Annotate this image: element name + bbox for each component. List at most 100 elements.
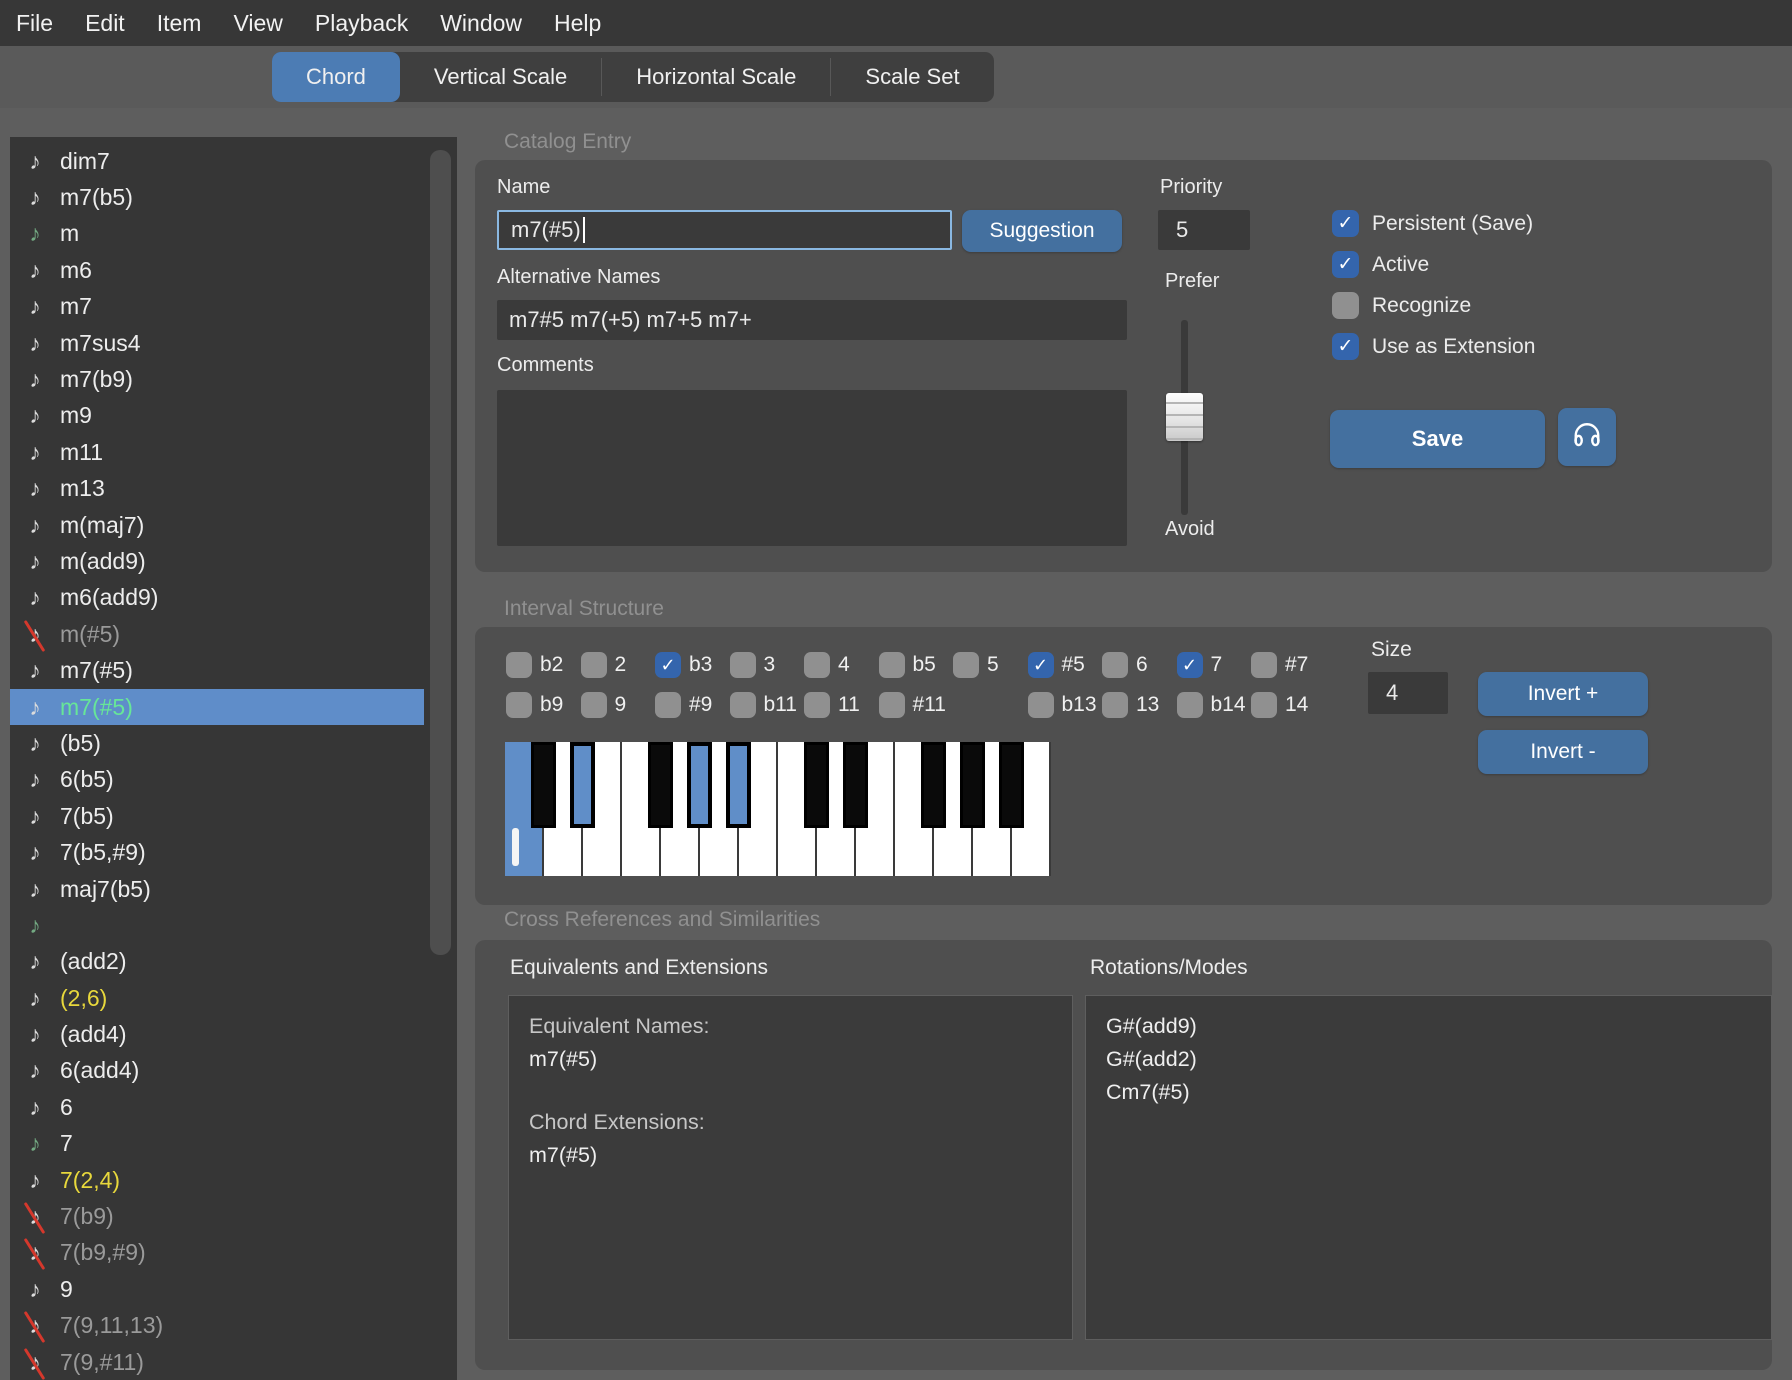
piano-key-fs4[interactable] (648, 742, 673, 828)
interval-checkbox[interactable] (506, 652, 532, 678)
list-item[interactable]: ♪7(9,#11) (10, 1344, 457, 1380)
interval-checkbox[interactable] (879, 692, 905, 718)
name-input[interactable]: m7(#5) (497, 210, 952, 250)
piano-key-as5[interactable] (999, 742, 1024, 828)
list-item[interactable]: ♪(add2) (10, 944, 457, 980)
list-item[interactable]: ♪(b5) (10, 725, 457, 761)
interval-checkbox[interactable] (581, 692, 607, 718)
cross-references-panel: Equivalents and Extensions Equivalent Na… (475, 940, 1772, 1370)
interval-checkbox[interactable]: ✓ (655, 652, 681, 678)
piano-key-gs4[interactable] (687, 742, 712, 828)
priority-input[interactable]: 5 (1158, 210, 1250, 250)
list-item[interactable]: ♪7(b5,#9) (10, 834, 457, 870)
piano-key-as4[interactable] (726, 742, 751, 828)
list-item[interactable]: ♪maj7(b5) (10, 871, 457, 907)
list-item[interactable]: ♪9 (10, 1271, 457, 1307)
checkbox[interactable]: ✓ (1332, 333, 1359, 360)
list-item[interactable]: ♪m9 (10, 398, 457, 434)
note-icon: ♪ (20, 332, 50, 355)
interval-checkbox[interactable] (1102, 652, 1128, 678)
save-button[interactable]: Save (1330, 410, 1545, 468)
menu-item-window[interactable]: Window (440, 10, 522, 37)
list-item[interactable]: ♪m (10, 216, 457, 252)
interval-cell: 4 (804, 649, 879, 681)
list-item[interactable]: ♪7(b9) (10, 1198, 457, 1234)
interval-checkbox[interactable] (804, 692, 830, 718)
note-icon: ♪ (20, 1241, 50, 1264)
tab-chord[interactable]: Chord (272, 52, 400, 102)
list-item[interactable]: ♪7(b5) (10, 798, 457, 834)
interval-checkbox[interactable] (730, 692, 756, 718)
list-item[interactable]: ♪m(add9) (10, 543, 457, 579)
list-item[interactable]: ♪m7(#5) (10, 652, 457, 688)
piano-key-cs4[interactable] (531, 742, 556, 828)
checkbox[interactable] (1332, 292, 1359, 319)
list-item[interactable]: ♪7(2,4) (10, 1162, 457, 1198)
list-item[interactable]: ♪m(maj7) (10, 507, 457, 543)
piano-key-gs5[interactable] (960, 742, 985, 828)
interval-checkbox[interactable] (804, 652, 830, 678)
list-item[interactable]: ♪7(b9,#9) (10, 1235, 457, 1271)
list-item[interactable]: ♪m7sus4 (10, 325, 457, 361)
preview-sound-button[interactable] (1558, 408, 1616, 466)
tab-scale-set[interactable]: Scale Set (831, 52, 993, 102)
comments-textarea[interactable] (497, 390, 1127, 546)
list-item[interactable]: ♪dim7 (10, 143, 457, 179)
menu-item-item[interactable]: Item (157, 10, 202, 37)
interval-checkbox[interactable] (953, 652, 979, 678)
interval-checkbox[interactable] (506, 692, 532, 718)
list-item[interactable]: ♪m7(#5) (10, 689, 424, 725)
interval-checkbox[interactable] (1251, 652, 1277, 678)
rotation-item[interactable]: Cm7(#5) (1106, 1076, 1751, 1109)
list-item[interactable]: ♪(2,6) (10, 980, 457, 1016)
menu-item-view[interactable]: View (233, 10, 282, 37)
rotation-item[interactable]: G#(add9) (1106, 1010, 1751, 1043)
interval-checkbox[interactable] (655, 692, 681, 718)
interval-checkbox[interactable] (730, 652, 756, 678)
interval-checkbox[interactable] (1177, 692, 1203, 718)
alternative-names-input[interactable]: m7#5 m7(+5) m7+5 m7+ (497, 300, 1127, 340)
menu-item-edit[interactable]: Edit (85, 10, 125, 37)
piano-key-fs5[interactable] (921, 742, 946, 828)
piano-key-cs5[interactable] (804, 742, 829, 828)
menu-item-help[interactable]: Help (554, 10, 601, 37)
tab-horizontal-scale[interactable]: Horizontal Scale (602, 52, 830, 102)
menu-item-file[interactable]: File (16, 10, 53, 37)
interval-checkbox[interactable]: ✓ (1028, 652, 1054, 678)
interval-checkbox[interactable] (879, 652, 905, 678)
list-item[interactable]: ♪6(add4) (10, 1053, 457, 1089)
interval-checkbox[interactable] (1102, 692, 1128, 718)
list-item[interactable]: ♪m7(b9) (10, 361, 457, 397)
list-item[interactable]: ♪6(b5) (10, 762, 457, 798)
list-item[interactable]: ♪m(#5) (10, 616, 457, 652)
list-item[interactable]: ♪m7 (10, 289, 457, 325)
size-input[interactable]: 4 (1368, 672, 1448, 714)
rotation-item[interactable]: G#(add2) (1106, 1043, 1751, 1076)
invert-minus-button[interactable]: Invert - (1478, 730, 1648, 774)
list-item[interactable]: ♪m6(add9) (10, 580, 457, 616)
list-item[interactable]: ♪7 (10, 1126, 457, 1162)
piano-key-ds4[interactable] (570, 742, 595, 828)
tab-vertical-scale[interactable]: Vertical Scale (400, 52, 601, 102)
prefer-avoid-slider-thumb[interactable] (1166, 393, 1203, 441)
list-item[interactable]: ♪m6 (10, 252, 457, 288)
interval-checkbox[interactable]: ✓ (1177, 652, 1203, 678)
list-item[interactable]: ♪m11 (10, 434, 457, 470)
piano-key-ds5[interactable] (843, 742, 868, 828)
suggestion-button[interactable]: Suggestion (962, 210, 1122, 252)
note-icon: ♪ (20, 1132, 50, 1155)
invert-plus-button[interactable]: Invert + (1478, 672, 1648, 716)
list-item[interactable]: ♪m7(b5) (10, 179, 457, 215)
list-item[interactable]: ♪(add4) (10, 1016, 457, 1052)
list-item[interactable]: ♪6 (10, 1089, 457, 1125)
checkbox[interactable]: ✓ (1332, 251, 1359, 278)
interval-checkbox[interactable] (581, 652, 607, 678)
menu-item-playback[interactable]: Playback (315, 10, 408, 37)
chord-list-scrollbar[interactable] (430, 150, 451, 955)
interval-checkbox[interactable] (1251, 692, 1277, 718)
list-item[interactable]: ♪m13 (10, 471, 457, 507)
list-item[interactable]: ♪ (10, 907, 457, 943)
interval-checkbox[interactable] (1028, 692, 1054, 718)
list-item[interactable]: ♪7(9,11,13) (10, 1308, 457, 1344)
checkbox[interactable]: ✓ (1332, 210, 1359, 237)
